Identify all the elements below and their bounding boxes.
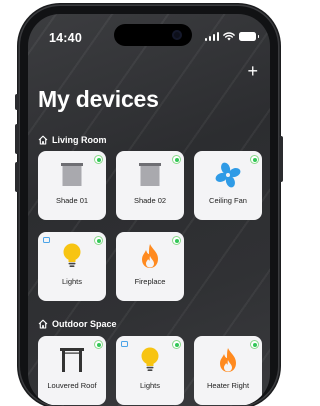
lightbulb-icon [38,242,106,270]
section-title: Living Room [52,135,107,145]
signal-icon [204,32,219,41]
fan-icon [194,161,262,189]
pergola-icon [38,346,106,374]
battery-icon [239,32,259,41]
action-button [15,94,19,110]
section-header-living-room: Living Room [38,135,107,145]
lightbulb-icon [116,346,184,374]
device-label: Shade 01 [55,196,89,205]
section-title: Outdoor Space [52,319,117,329]
device-tile-lights-outdoor[interactable]: Lights [116,336,184,405]
add-button[interactable]: + [247,62,258,80]
dynamic-island [114,24,192,46]
wifi-icon [223,32,235,41]
device-label: Heater Right [206,381,250,390]
flame-icon [116,242,184,270]
status-time: 14:40 [49,31,82,45]
camera-icon [172,30,182,40]
volume-down-button [15,162,19,192]
shade-icon [116,161,184,189]
device-label: Lights [139,381,160,390]
device-tile-ceiling-fan[interactable]: Ceiling Fan [194,151,262,220]
device-label: Shade 02 [133,196,167,205]
volume-up-button [15,124,19,154]
device-tile-shade-02[interactable]: Shade 02 [116,151,184,220]
page-title: My devices [38,86,159,112]
section-header-outdoor-space: Outdoor Space [38,319,117,329]
device-tile-shade-01[interactable]: Shade 01 [38,151,106,220]
device-label: Fireplace [134,277,166,286]
house-icon [38,319,48,329]
house-icon [38,135,48,145]
device-label: Louvered Roof [47,381,97,390]
shade-icon [38,161,106,189]
device-tile-heater-right[interactable]: Heater Right [194,336,262,405]
power-button [279,136,283,182]
device-tile-louvered-roof[interactable]: Louvered Roof [38,336,106,405]
flame-icon [194,346,262,374]
device-label: Lights [61,277,82,286]
device-tile-lights[interactable]: Lights [38,232,106,301]
device-tile-fireplace[interactable]: Fireplace [116,232,184,301]
screen: 14:40 + My devices Living Room Shade 01 … [28,14,270,406]
phone-frame: 14:40 + My devices Living Room Shade 01 … [15,6,283,406]
status-icons [204,32,259,41]
device-label: Ceiling Fan [209,196,247,205]
